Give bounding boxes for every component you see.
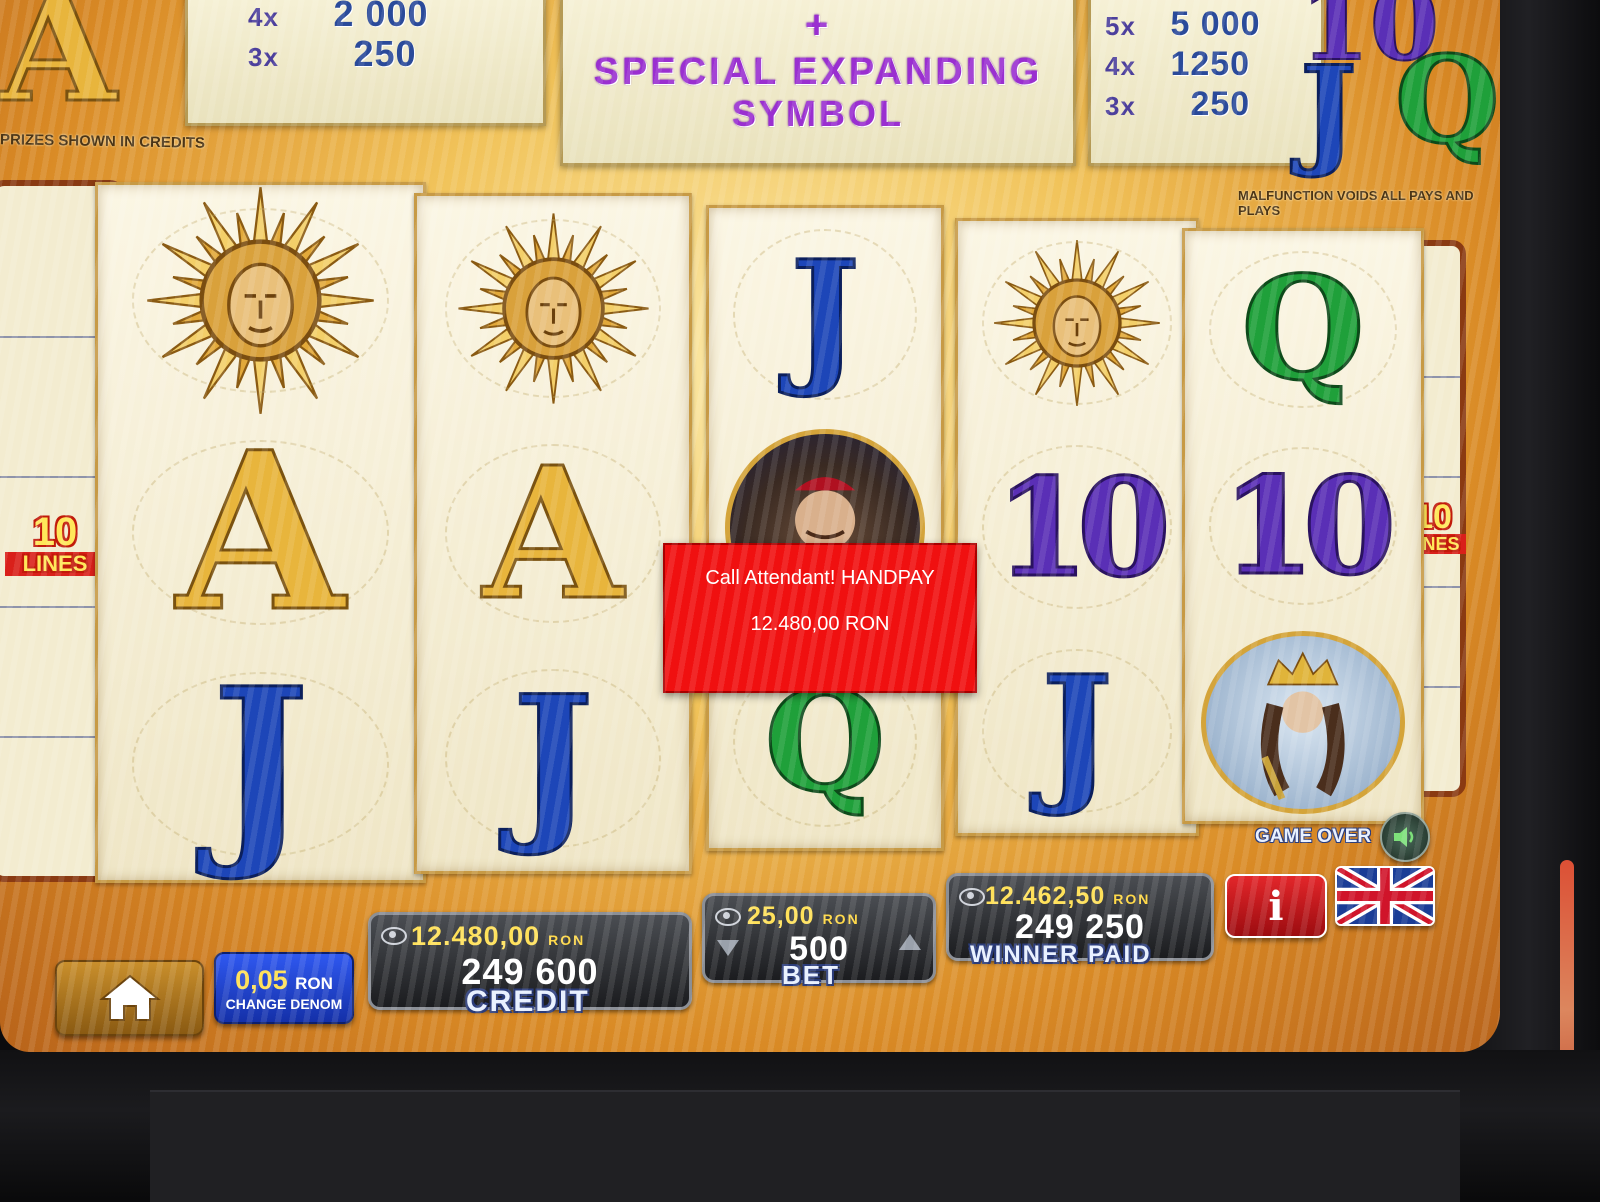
bet-money-value: 25,00 xyxy=(747,902,815,930)
denom-currency: RON xyxy=(295,973,333,993)
paytable-symbol-a: A xyxy=(0,0,118,138)
reel-5-symbol-3 xyxy=(1185,624,1421,821)
game-over-status: GAME OVER xyxy=(1255,826,1372,847)
credit-money-value: 12.480,00 xyxy=(411,921,541,951)
lines-label: LINES xyxy=(5,552,105,576)
malfunction-note: MALFUNCTION VOIDS ALL PAYS AND PLAYS xyxy=(1238,188,1474,218)
winner-paid-currency: RON xyxy=(1113,891,1151,907)
game-screen: A 4x 2 000 3x 250 PRIZES SHOWN IN CREDIT… xyxy=(0,0,1500,1052)
winner-paid-label: WINNER PAID xyxy=(970,941,1152,968)
paytable-symbol-j: J xyxy=(1299,39,1359,183)
credit-label: CREDIT xyxy=(466,985,590,1018)
reel-1-symbol-3: J xyxy=(98,648,423,880)
reel-2-symbol-2: A xyxy=(417,421,689,646)
winner-paid-money-value: 12.462,50 xyxy=(985,882,1106,910)
sun-symbol-icon xyxy=(147,187,374,415)
bet-currency: RON xyxy=(822,911,860,927)
multiplier: 5x xyxy=(1105,11,1136,41)
reel-1-symbol-2: A xyxy=(98,417,423,649)
handpay-amount: 12.480,00 RON xyxy=(750,613,890,635)
reel-4-symbol-2: 10 xyxy=(958,425,1196,629)
multiplier: 3x xyxy=(248,42,279,72)
credit-money: 12.480,00 RON xyxy=(411,921,585,952)
paytable-right-row: 3x 250 xyxy=(1105,85,1250,124)
eye-icon xyxy=(959,888,985,906)
eye-icon xyxy=(381,927,407,945)
handpay-message: Call Attendant! HANDPAY xyxy=(705,567,935,589)
info-button[interactable]: i xyxy=(1225,874,1327,938)
credit-currency: RON xyxy=(548,932,586,948)
speaker-icon xyxy=(1394,827,1414,847)
paytable-right-panel: 5x 5 000 4x 1250 3x 250 xyxy=(1088,0,1324,166)
symbol-q: Q xyxy=(1240,246,1367,413)
symbol-a: A xyxy=(481,427,624,640)
multiplier: 4x xyxy=(1105,51,1136,81)
paytable-right-row: 5x 5 000 xyxy=(1105,5,1261,44)
reel-2-symbol-1 xyxy=(417,196,689,421)
handpay-popup: Call Attendant! HANDPAY 12.480,00 RON xyxy=(663,543,977,693)
feature-plus: + xyxy=(804,3,832,47)
sun-symbol-icon xyxy=(994,240,1160,406)
paytable-left-row: 4x 2 000 xyxy=(248,0,429,35)
winner-paid-money: 12.462,50 RON xyxy=(985,882,1150,911)
reel-5-symbol-1: Q xyxy=(1185,231,1421,428)
cabinet-button-deck xyxy=(150,1090,1460,1202)
reel-5-symbol-2: 10 xyxy=(1185,428,1421,625)
symbol-j: J xyxy=(511,656,595,860)
reel-3: J Q xyxy=(706,205,944,851)
symbol-j: J xyxy=(1040,641,1114,820)
paytable-center-panel: + SPECIAL EXPANDING SYMBOL xyxy=(560,0,1076,166)
paytable-symbol-q: Q xyxy=(1394,29,1500,173)
left-lines-indicator: 10 LINES xyxy=(5,512,105,576)
reel-4-symbol-3: J xyxy=(958,629,1196,833)
reel-3-symbol-1: J xyxy=(709,208,941,421)
feature-line-1: SPECIAL EXPANDING xyxy=(593,51,1043,93)
multiplier: 3x xyxy=(1105,91,1136,121)
paytable-right-row: 4x 1250 xyxy=(1105,45,1250,84)
uk-flag-icon xyxy=(1337,868,1433,924)
symbol-j: J xyxy=(210,643,310,886)
reel-4: 10 J xyxy=(955,218,1199,836)
reel-1: AJ xyxy=(95,182,426,883)
paytable-left-panel: 4x 2 000 3x 250 xyxy=(185,0,546,126)
payout-value: 1250 xyxy=(1170,45,1251,83)
symbol-10: 10 xyxy=(994,447,1173,607)
bet-money: 25,00 RON xyxy=(747,902,860,931)
sun-symbol-icon xyxy=(457,213,649,404)
reel-2-symbol-3: J xyxy=(417,646,689,871)
payout-value: 250 xyxy=(1190,85,1251,123)
king-portrait-symbol xyxy=(1201,631,1405,815)
reel-4-symbol-1 xyxy=(958,221,1196,425)
denom-value: 0,05 RON xyxy=(235,965,333,996)
symbol-10: 10 xyxy=(1220,446,1398,605)
arrow-down-icon[interactable] xyxy=(715,938,741,958)
payout-value: 2 000 xyxy=(333,0,429,34)
reel-1-symbol-1 xyxy=(98,185,423,417)
payout-value: 5 000 xyxy=(1170,5,1261,43)
symbol-a: A xyxy=(175,404,346,660)
sound-button[interactable] xyxy=(1380,812,1430,862)
eye-icon xyxy=(715,908,741,926)
reel-5: Q 10 xyxy=(1182,228,1424,824)
language-button[interactable] xyxy=(1335,866,1435,926)
denom-label: CHANGE DENOM xyxy=(225,995,343,1012)
feature-line-2: SYMBOL xyxy=(731,93,904,134)
payout-value: 250 xyxy=(353,33,417,74)
home-icon xyxy=(98,974,161,1021)
home-button[interactable] xyxy=(55,960,204,1036)
reel-2: AJ xyxy=(414,193,692,874)
change-denom-button[interactable]: 0,05 RON CHANGE DENOM xyxy=(214,952,354,1024)
multiplier: 4x xyxy=(248,2,279,32)
symbol-j: J xyxy=(789,228,862,402)
denom-amount: 0,05 xyxy=(235,964,288,995)
lines-count: 10 xyxy=(32,510,78,554)
arrow-up-icon[interactable] xyxy=(897,932,923,952)
prizes-note: PRIZES SHOWN IN CREDITS xyxy=(0,131,206,152)
paytable-left-row: 3x 250 xyxy=(248,33,417,75)
bet-label: BET xyxy=(782,960,840,990)
